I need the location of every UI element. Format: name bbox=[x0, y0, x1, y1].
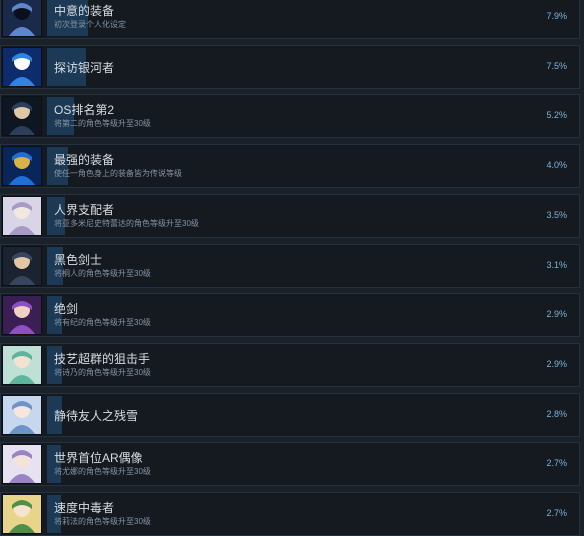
achievement-row-2[interactable]: OS排名第2 将第二的角色等级升至30级 5.2% bbox=[0, 94, 580, 138]
achievement-row-9[interactable]: 世界首位AR偶像 将尤娜的角色等级升至30级 2.7% bbox=[0, 442, 580, 486]
achievement-description: 将第二的角色等级升至30级 bbox=[54, 119, 151, 128]
unlock-percent: 2.8% bbox=[546, 409, 567, 419]
achievement-row-5[interactable]: 黑色剑士 将桐人的角色等级升至30级 3.1% bbox=[0, 244, 580, 288]
achievement-row-10[interactable]: 速度中毒者 将莉法的角色等级升至30级 2.7% bbox=[0, 492, 580, 536]
achievement-description: 将尤娜的角色等级升至30级 bbox=[54, 467, 151, 476]
achievement-title: 绝剑 bbox=[54, 302, 79, 316]
unlock-percent: 7.9% bbox=[546, 11, 567, 21]
achievement-title: 最强的装备 bbox=[54, 153, 115, 167]
unlock-percent: 2.7% bbox=[546, 508, 567, 518]
achievement-row-8[interactable]: 静待友人之残雪 2.8% bbox=[0, 393, 580, 437]
swordsman-avatar-icon bbox=[2, 0, 42, 37]
dark-swordsman-icon bbox=[2, 96, 42, 136]
unlock-percent: 2.9% bbox=[546, 309, 567, 319]
purple-hair-girl-icon bbox=[2, 295, 42, 335]
unlock-percent: 3.5% bbox=[546, 210, 567, 220]
achievement-row-6[interactable]: 绝剑 将有纪的角色等级升至30级 2.9% bbox=[0, 293, 580, 337]
unlock-percent: 7.5% bbox=[546, 61, 567, 71]
unlock-percent: 5.2% bbox=[546, 110, 567, 120]
black-swordsman-icon bbox=[2, 246, 42, 286]
s-emblem-icon bbox=[2, 47, 42, 87]
two-girls-icon bbox=[2, 395, 42, 435]
unlock-percent: 2.9% bbox=[546, 359, 567, 369]
idol-girl-icon bbox=[2, 444, 42, 484]
achievement-row-1[interactable]: 探访银河者 7.5% bbox=[0, 45, 580, 89]
silver-hair-woman-icon bbox=[2, 196, 42, 236]
achievement-row-3[interactable]: 最强的装备 使任一角色身上的装备皆为传说等级 4.0% bbox=[0, 144, 580, 188]
achievement-description: 将亚多米尼史特蕾达的角色等级升至30级 bbox=[54, 219, 199, 228]
achievement-row-4[interactable]: 人界支配者 将亚多米尼史特蕾达的角色等级升至30级 3.5% bbox=[0, 194, 580, 238]
legendary-sword-icon bbox=[2, 146, 42, 186]
achievement-title: 技艺超群的狙击手 bbox=[54, 352, 151, 366]
green-hair-sniper-icon bbox=[2, 345, 42, 385]
achievement-title: 中意的装备 bbox=[54, 4, 115, 18]
achievement-description: 将诗乃的角色等级升至30级 bbox=[54, 368, 151, 377]
unlock-percent: 2.7% bbox=[546, 458, 567, 468]
achievement-list: 中意的装备 初次登录个人化设定 7.9% 探访银河者 7.5% OS排名第2 将… bbox=[0, 0, 584, 536]
achievement-row-0[interactable]: 中意的装备 初次登录个人化设定 7.9% bbox=[0, 0, 580, 39]
achievement-title: 探访银河者 bbox=[54, 61, 115, 75]
blonde-girl-icon bbox=[2, 494, 42, 534]
unlock-percent: 4.0% bbox=[546, 160, 567, 170]
achievement-title: 人界支配者 bbox=[54, 203, 115, 217]
achievement-description: 将有纪的角色等级升至30级 bbox=[54, 318, 151, 327]
achievement-title: 速度中毒者 bbox=[54, 501, 115, 515]
achievement-description: 将莉法的角色等级升至30级 bbox=[54, 517, 151, 526]
achievement-title: 世界首位AR偶像 bbox=[54, 451, 143, 465]
achievement-title: 静待友人之残雪 bbox=[54, 409, 139, 423]
achievement-description: 使任一角色身上的装备皆为传说等级 bbox=[54, 169, 182, 178]
achievement-description: 将桐人的角色等级升至30级 bbox=[54, 269, 151, 278]
achievement-description: 初次登录个人化设定 bbox=[54, 20, 126, 29]
achievement-title: OS排名第2 bbox=[54, 103, 115, 117]
unlock-percent: 3.1% bbox=[546, 260, 567, 270]
achievement-row-7[interactable]: 技艺超群的狙击手 将诗乃的角色等级升至30级 2.9% bbox=[0, 343, 580, 387]
achievement-title: 黑色剑士 bbox=[54, 253, 103, 267]
